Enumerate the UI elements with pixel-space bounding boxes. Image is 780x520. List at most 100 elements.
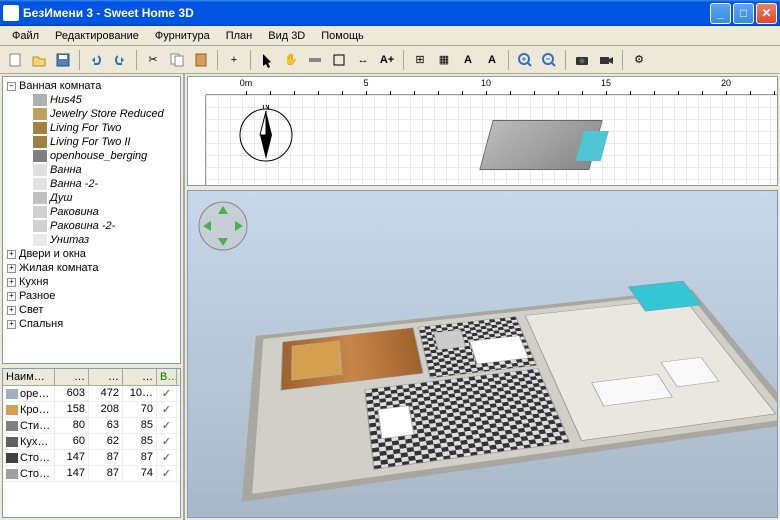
table-header[interactable]: Наим… … … … В… [3,369,180,386]
toolbar: ✂ + ✋ ↔ A+ ⊞ ▦ A A ⚙ [0,46,780,74]
expand-icon[interactable]: + [7,264,16,273]
visible-checkbox[interactable]: ✓ [157,466,177,481]
tree-item-label: Ванна -2- [50,178,98,190]
video-icon[interactable] [595,49,617,71]
furniture-icon [33,234,47,246]
visible-checkbox[interactable]: ✓ [157,386,177,401]
close-button[interactable]: ✕ [756,3,777,24]
tree-item[interactable]: Унитаз [5,233,178,247]
table-row[interactable]: ope…60347210…✓ [3,386,180,402]
expand-icon[interactable]: + [7,250,16,259]
table-row[interactable]: Сти…806385✓ [3,418,180,434]
tree-item[interactable]: Душ [5,191,178,205]
menu-3dview[interactable]: Вид 3D [260,28,313,44]
furniture-icon [33,164,47,176]
collapse-icon[interactable]: − [7,82,16,91]
tree-category-label: Кухня [19,276,48,288]
room-3d-render[interactable] [248,216,767,507]
redo-icon[interactable] [109,49,131,71]
visible-checkbox[interactable]: ✓ [157,434,177,449]
tree-category-bathroom[interactable]: − Ванная комната [5,79,178,93]
zoom-in-icon[interactable] [514,49,536,71]
text-icon[interactable]: A+ [376,49,398,71]
tree-item-label: Раковина -2- [50,220,115,232]
furniture-icon [6,453,18,463]
tree-item[interactable]: Living For Two [5,121,178,135]
dimension-icon[interactable]: ↔ [352,49,374,71]
table-row[interactable]: Кух…606285✓ [3,434,180,450]
view-3d[interactable] [187,190,778,518]
table-row[interactable]: Сто…1478774✓ [3,466,180,482]
cell-name: Кро… [20,404,50,416]
tree-item[interactable]: Hus45 [5,93,178,107]
cell-name: Сто… [20,468,50,480]
col-1[interactable]: … [55,369,89,385]
tree-category[interactable]: +Жилая комната [5,261,178,275]
plan-2d-view[interactable]: 0m5101520 N [187,76,778,186]
col-3[interactable]: … [123,369,157,385]
room-icon[interactable] [328,49,350,71]
text3-icon[interactable]: A [481,49,503,71]
maximize-button[interactable]: □ [733,3,754,24]
tree-item[interactable]: openhouse_berging [5,149,178,163]
tree-item[interactable]: Раковина -2- [5,219,178,233]
tree-category[interactable]: +Свет [5,303,178,317]
tree-category[interactable]: +Кухня [5,275,178,289]
menu-help[interactable]: Помощь [313,28,372,44]
menu-edit[interactable]: Редактирование [47,28,147,44]
menu-plan[interactable]: План [218,28,261,44]
expand-icon[interactable]: + [7,278,16,287]
cell-name: Кух… [20,436,48,448]
furniture-list-table[interactable]: Наим… … … … В… ope…60347210…✓Кро…1582087… [2,368,181,518]
cut-icon[interactable]: ✂ [142,49,164,71]
navigation-3d-control[interactable] [198,201,248,251]
show-3d-icon[interactable]: ▦ [433,49,455,71]
camera-icon[interactable] [571,49,593,71]
cell: 60 [55,434,89,449]
save-icon[interactable] [52,49,74,71]
tree-item[interactable]: Ванна [5,163,178,177]
tree-item[interactable]: Раковина [5,205,178,219]
app-icon [3,5,19,21]
tree-category[interactable]: +Спальня [5,317,178,331]
menu-furniture[interactable]: Фурнитура [147,28,218,44]
visible-checkbox[interactable]: ✓ [157,450,177,465]
undo-icon[interactable] [85,49,107,71]
menu-file[interactable]: Файл [4,28,47,44]
plan-model-preview[interactable] [479,120,602,170]
wall-icon[interactable] [304,49,326,71]
tree-category[interactable]: +Двери и окна [5,247,178,261]
visible-checkbox[interactable]: ✓ [157,402,177,417]
vertical-ruler [188,95,206,185]
furniture-catalog-tree[interactable]: − Ванная комната Hus45Jewelry Store Redu… [2,76,181,364]
show-plan-icon[interactable]: ⊞ [409,49,431,71]
expand-icon[interactable]: + [7,320,16,329]
new-icon[interactable] [4,49,26,71]
paste-icon[interactable] [190,49,212,71]
col-visible[interactable]: В… [157,369,177,385]
tree-item[interactable]: Ванна -2- [5,177,178,191]
open-icon[interactable] [28,49,50,71]
tree-item[interactable]: Living For Two II [5,135,178,149]
plan-canvas[interactable]: N [206,95,777,185]
pan-icon[interactable]: ✋ [280,49,302,71]
col-2[interactable]: … [89,369,123,385]
compass-icon[interactable]: N [236,105,296,165]
expand-icon[interactable]: + [7,306,16,315]
tree-category[interactable]: +Разное [5,289,178,303]
add-furniture-icon[interactable]: + [223,49,245,71]
col-name[interactable]: Наим… [3,369,55,385]
preferences-icon[interactable]: ⚙ [628,49,650,71]
expand-icon[interactable]: + [7,292,16,301]
cell: 85 [123,434,157,449]
table-row[interactable]: Сто…1478787✓ [3,450,180,466]
main-area: 0m5101520 N [185,74,780,520]
minimize-button[interactable]: _ [710,3,731,24]
text2-icon[interactable]: A [457,49,479,71]
tree-item[interactable]: Jewelry Store Reduced [5,107,178,121]
copy-icon[interactable] [166,49,188,71]
select-icon[interactable] [256,49,278,71]
table-row[interactable]: Кро…15820870✓ [3,402,180,418]
visible-checkbox[interactable]: ✓ [157,418,177,433]
zoom-out-icon[interactable] [538,49,560,71]
